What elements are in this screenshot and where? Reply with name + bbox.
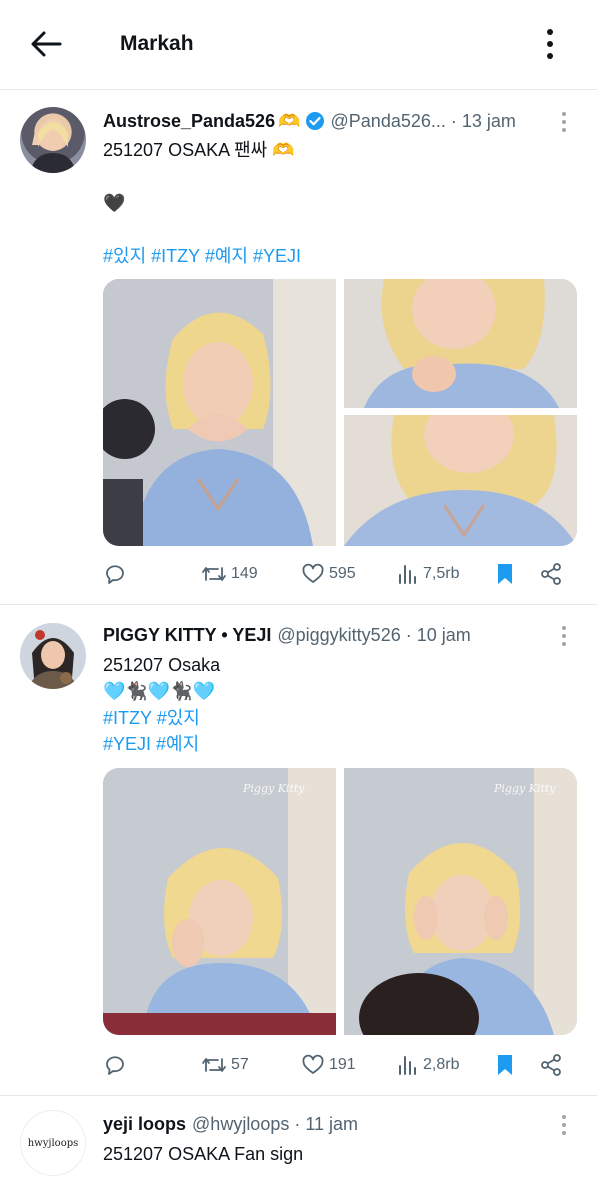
bookmark-icon [498, 564, 512, 584]
bookmark-button[interactable] [495, 559, 515, 589]
author-handle[interactable]: @Panda526... [331, 111, 446, 132]
photo-watermark: Piggy Kitty [243, 782, 305, 795]
avatar[interactable] [20, 107, 86, 173]
tweet-actions: 57 191 2,8rb [103, 1050, 573, 1080]
hashtag-link[interactable]: #있지 [157, 708, 200, 728]
views-button[interactable]: 7,5rb [397, 559, 459, 589]
tweet-text-line: 251207 Osaka [103, 655, 221, 675]
reply-icon [106, 1056, 124, 1075]
tweet-media-grid: Piggy Kitty Piggy Kitty [103, 768, 577, 1035]
tweet-more-button[interactable] [556, 110, 572, 134]
avatar[interactable] [20, 623, 86, 689]
tweet-photo[interactable] [103, 279, 336, 546]
timestamp[interactable]: 11 jam [305, 1114, 358, 1135]
like-button[interactable]: 191 [301, 1050, 356, 1080]
avatar-photo [20, 623, 86, 689]
back-button[interactable] [28, 28, 68, 60]
views-count: 2,8rb [423, 1056, 460, 1073]
like-count: 595 [329, 565, 356, 582]
reply-button[interactable] [103, 1050, 127, 1080]
tweet-emoji-line: 🩵🐈‍⬛🩵🐈‍⬛🩵 [103, 681, 216, 701]
page-title: Markah [120, 32, 194, 55]
share-icon [541, 1054, 561, 1076]
retweet-button[interactable]: 57 [201, 1050, 249, 1080]
separator-dot: · [405, 624, 412, 645]
tweet-photo[interactable] [344, 279, 577, 408]
hashtag-link[interactable]: #YEJI [103, 734, 151, 754]
share-icon [541, 563, 561, 585]
author-handle[interactable]: @hwyjloops [192, 1114, 289, 1135]
separator-dot: · [450, 110, 457, 131]
author-name[interactable]: yeji loops [103, 1114, 186, 1135]
author-name[interactable]: PIGGY KITTY • YEJI [103, 625, 271, 646]
hashtag-link[interactable]: #예지 [156, 734, 199, 754]
timestamp[interactable]: 13 jam [462, 111, 516, 132]
retweet-count: 149 [231, 565, 258, 582]
tweet-photo[interactable] [344, 415, 577, 546]
hashtag-link[interactable]: #ITZY [103, 708, 152, 728]
views-icon [399, 1056, 416, 1075]
more-vertical-icon [547, 29, 553, 59]
timestamp[interactable]: 10 jam [417, 625, 471, 646]
views-button[interactable]: 2,8rb [397, 1050, 459, 1080]
top-bar: Markah [0, 0, 597, 90]
bookmark-button[interactable] [495, 1050, 515, 1080]
back-arrow-icon [31, 31, 62, 57]
retweet-button[interactable]: 149 [201, 559, 258, 589]
retweet-icon [202, 1058, 226, 1072]
share-button[interactable] [539, 559, 563, 589]
author-name[interactable]: Austrose_Panda526 [103, 111, 275, 132]
tweet-header: PIGGY KITTY • YEJI @piggykitty526 · 10 j… [103, 622, 471, 648]
avatar-photo [30, 119, 76, 173]
tweet-actions: 149 595 7,5rb [103, 559, 573, 589]
author-handle[interactable]: @piggykitty526 [277, 625, 400, 646]
reply-icon [106, 565, 124, 584]
views-count: 7,5rb [423, 565, 460, 582]
more-options-button[interactable] [538, 26, 562, 62]
reply-button[interactable] [103, 559, 131, 589]
like-count: 191 [329, 1056, 356, 1073]
hashtag-link[interactable]: #예지 [205, 246, 248, 266]
tweet-photo[interactable]: Piggy Kitty [103, 768, 336, 1035]
tweet-photo[interactable]: Piggy Kitty [344, 768, 577, 1035]
tweet-more-button[interactable] [556, 1113, 572, 1137]
avatar[interactable]: hwyjloops [20, 1110, 86, 1176]
tweet-header: Austrose_Panda526 🫶 @Panda526... · 13 ja… [103, 108, 516, 134]
photo-watermark: Piggy Kitty [494, 782, 556, 795]
like-icon [302, 563, 324, 583]
tweet-card[interactable]: Austrose_Panda526 🫶 @Panda526... · 13 ja… [0, 91, 597, 603]
tweet-header: yeji loops @hwyjloops · 11 jam [103, 1111, 358, 1137]
tweet-text-line: 251207 OSAKA 팬싸 🫶 [103, 140, 295, 160]
tweet-hashtags: #YEJI #예지 [103, 731, 199, 757]
more-vertical-icon [562, 112, 566, 132]
tweet-card[interactable]: PIGGY KITTY • YEJI @piggykitty526 · 10 j… [0, 605, 597, 1094]
tweet-hashtags: #있지 #ITZY #예지 #YEJI [103, 243, 301, 269]
retweet-count: 57 [231, 1056, 249, 1073]
tweet-text-line: 251207 OSAKA Fan sign [103, 1144, 304, 1164]
more-vertical-icon [562, 626, 566, 646]
views-icon [399, 565, 416, 584]
tweet-more-button[interactable] [556, 624, 572, 648]
tweet-media-grid [103, 279, 577, 546]
like-icon [302, 1054, 324, 1074]
name-emoji: 🫶 [278, 110, 301, 131]
tweet-card[interactable]: hwyjloops yeji loops @hwyjloops · 11 jam… [0, 1096, 597, 1200]
more-vertical-icon [562, 1115, 566, 1135]
bookmark-icon [498, 1055, 512, 1075]
verified-badge-icon [305, 112, 324, 130]
hashtag-link[interactable]: #있지 [103, 246, 146, 266]
like-button[interactable]: 595 [301, 559, 356, 589]
hashtag-link[interactable]: #YEJI [253, 246, 301, 266]
tweet-emoji-line: 🖤 [103, 193, 126, 213]
avatar-logo-text: hwyjloops [27, 1137, 79, 1149]
hashtag-link[interactable]: #ITZY [151, 246, 200, 266]
retweet-icon [202, 567, 226, 581]
share-button[interactable] [539, 1050, 563, 1080]
tweet-hashtags: #ITZY #있지 [103, 705, 200, 731]
separator-dot: · [294, 1113, 301, 1134]
